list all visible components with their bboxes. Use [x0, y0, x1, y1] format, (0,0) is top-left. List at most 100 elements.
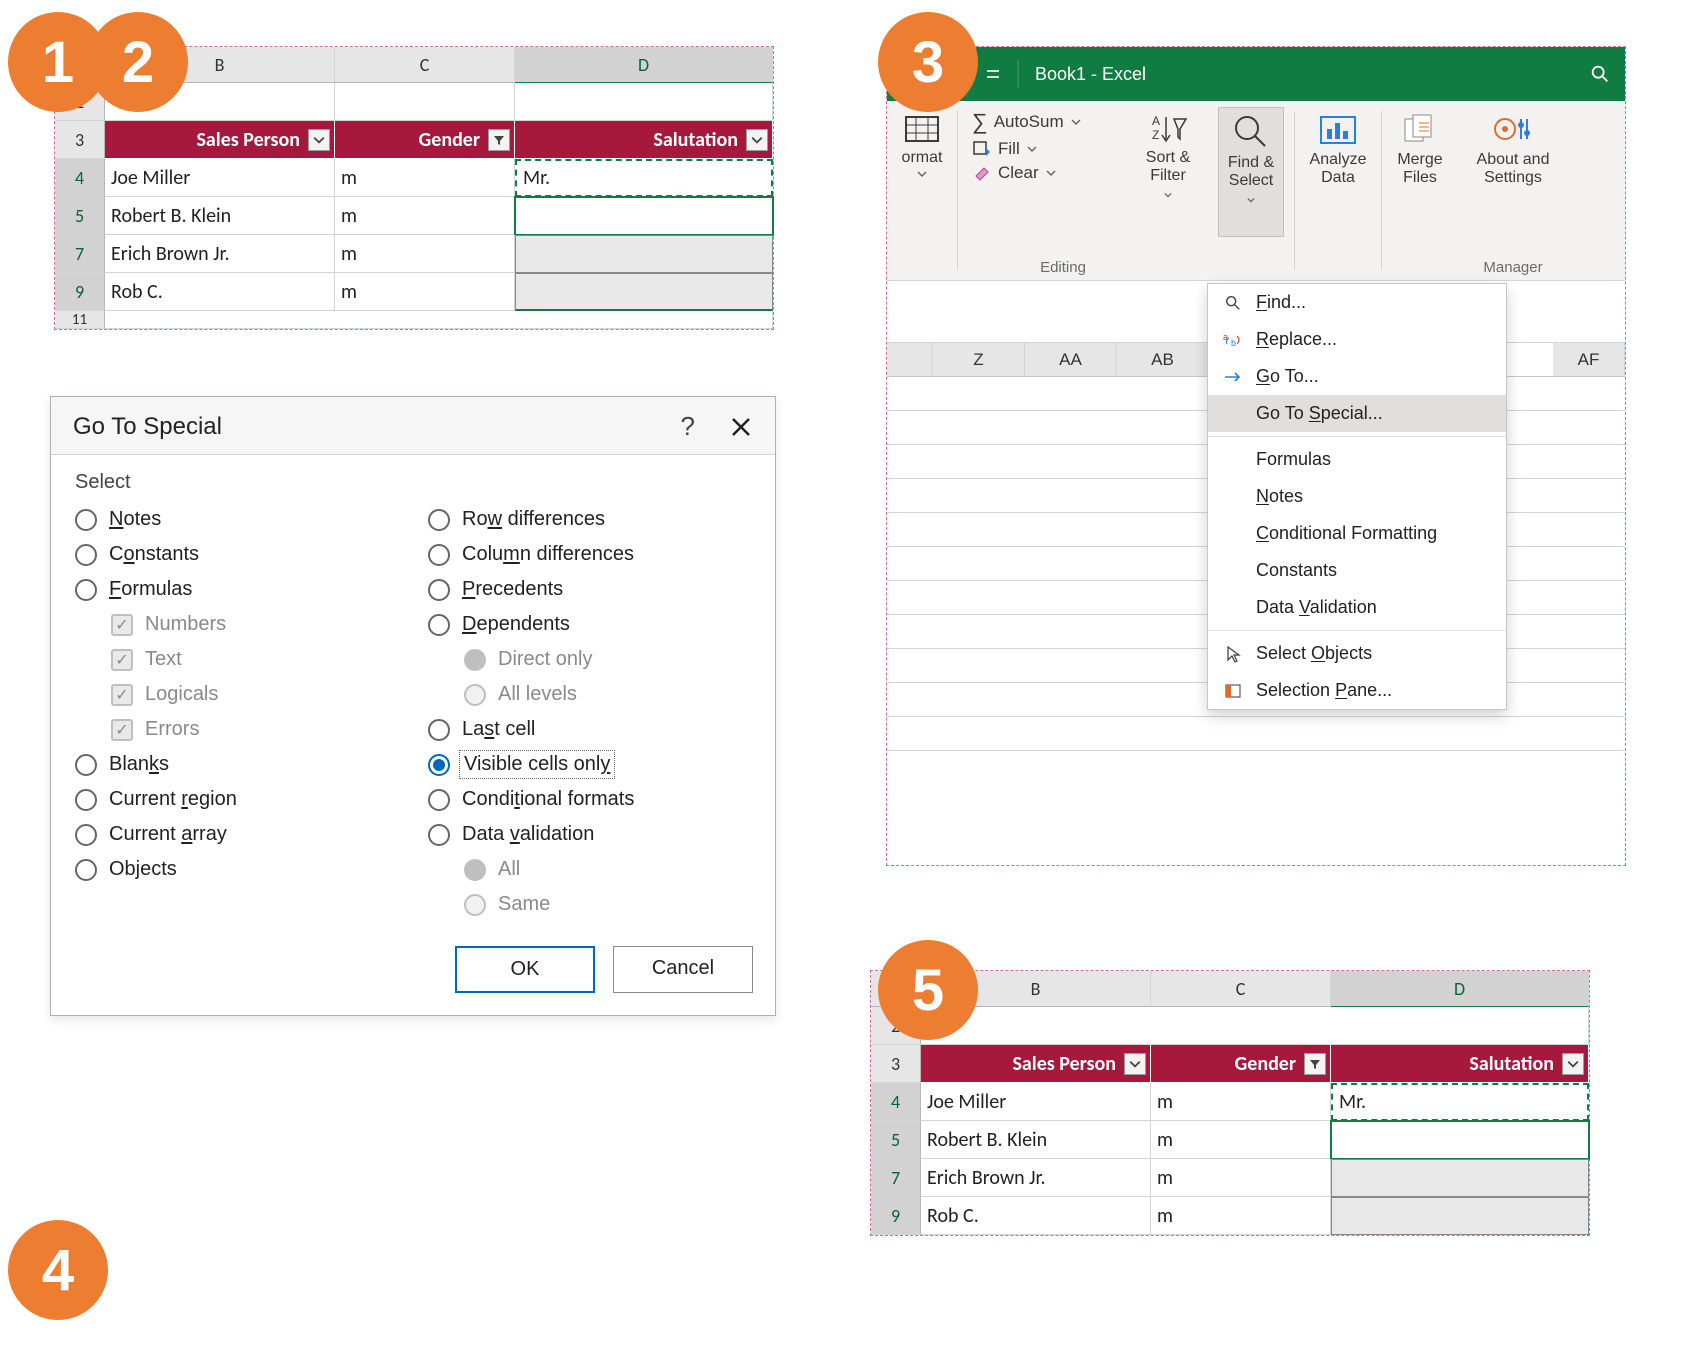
fill-button[interactable]: Fill — [968, 137, 1042, 161]
col-header[interactable]: AA — [1025, 343, 1117, 376]
merge-files-button[interactable]: MergeFiles — [1391, 107, 1448, 192]
row-header[interactable]: 7 — [55, 235, 105, 273]
table-header-salutation[interactable]: Salutation — [515, 121, 773, 159]
help-button[interactable]: ? — [681, 411, 695, 442]
filter-dropdown-icon[interactable] — [1562, 1053, 1584, 1075]
row-header[interactable]: 4 — [55, 159, 105, 197]
menu-item-selection-pane[interactable]: Selection Pane... — [1208, 672, 1506, 709]
radio-last-cell[interactable]: Last cell — [428, 718, 751, 741]
cell[interactable] — [335, 83, 515, 121]
sort-filter-button[interactable]: A Z Sort &Filter — [1138, 107, 1198, 208]
overflow-icon[interactable] — [985, 67, 1001, 81]
analyze-data-button[interactable]: AnalyzeData — [1304, 107, 1373, 192]
row-header[interactable]: 5 — [871, 1121, 921, 1159]
col-header-d[interactable]: D — [1331, 971, 1589, 1007]
table-header-gender[interactable]: Gender — [335, 121, 515, 159]
row-header[interactable]: 11 — [55, 311, 105, 329]
radio-precedents[interactable]: Precedents — [428, 578, 751, 601]
radio-current-region[interactable]: Current region — [75, 788, 398, 811]
cell[interactable]: Erich Brown Jr. — [921, 1159, 1151, 1197]
radio-constants[interactable]: Constants — [75, 543, 398, 566]
cell[interactable]: m — [335, 273, 515, 311]
cell-active-marquee[interactable]: Mr. — [515, 159, 773, 197]
filter-dropdown-icon[interactable] — [308, 129, 330, 151]
radio-cond-formats[interactable]: Conditional formats — [428, 788, 751, 811]
cell[interactable]: m — [1151, 1121, 1331, 1159]
radio-col-diff[interactable]: Column differences — [428, 543, 751, 566]
col-header-d[interactable]: D — [515, 47, 773, 83]
filter-dropdown-icon[interactable] — [1124, 1053, 1146, 1075]
radio-current-array[interactable]: Current array — [75, 823, 398, 846]
menu-item-data-validation[interactable]: Data Validation — [1208, 589, 1506, 626]
menu-item-constants[interactable]: Constants — [1208, 552, 1506, 589]
format-button[interactable]: ormat — [896, 107, 949, 183]
menu-item-cond-format[interactable]: Conditional Formatting — [1208, 515, 1506, 552]
cell[interactable]: m — [335, 235, 515, 273]
table-header-sales[interactable]: Sales Person — [921, 1045, 1151, 1083]
cell[interactable]: m — [1151, 1159, 1331, 1197]
cell-selected[interactable] — [515, 197, 773, 235]
menu-item-select-objects[interactable]: Select Objects — [1208, 635, 1506, 672]
cancel-button[interactable]: Cancel — [613, 946, 753, 993]
radio-dependents[interactable]: Dependents — [428, 613, 751, 636]
cell-selected[interactable] — [1331, 1159, 1589, 1197]
menu-item-formulas[interactable]: Formulas — [1208, 441, 1506, 478]
table-header-gender[interactable]: Gender — [1151, 1045, 1331, 1083]
cell-selected[interactable] — [515, 235, 773, 273]
cell[interactable]: m — [335, 197, 515, 235]
filter-active-icon[interactable] — [488, 129, 510, 151]
cell-active-marquee[interactable]: Mr. — [1331, 1083, 1589, 1121]
filter-active-icon[interactable] — [1304, 1053, 1326, 1075]
col-header[interactable]: AB — [1117, 343, 1209, 376]
row-header[interactable]: 4 — [871, 1083, 921, 1121]
menu-item-replace[interactable]: ab Replace... — [1208, 321, 1506, 358]
col-header-c[interactable]: C — [1151, 971, 1331, 1007]
cell[interactable]: m — [1151, 1197, 1331, 1235]
col-header[interactable]: Z — [933, 343, 1025, 376]
cell[interactable]: m — [335, 159, 515, 197]
radio-blanks[interactable]: Blanks — [75, 753, 398, 776]
menu-item-goto[interactable]: Go To... — [1208, 358, 1506, 395]
row-header[interactable]: 9 — [871, 1197, 921, 1235]
radio-formulas[interactable]: Formulas — [75, 578, 398, 601]
cell[interactable] — [921, 1007, 1589, 1045]
table-header-sales[interactable]: Sales Person — [105, 121, 335, 159]
table-header-salutation[interactable]: Salutation — [1331, 1045, 1589, 1083]
autosum-button[interactable]: ∑ AutoSum — [968, 107, 1086, 137]
row-header[interactable]: 9 — [55, 273, 105, 311]
menu-item-notes[interactable]: Notes — [1208, 478, 1506, 515]
cell[interactable] — [105, 311, 773, 329]
clear-button[interactable]: Clear — [968, 161, 1061, 185]
menu-item-goto-special[interactable]: Go To Special... — [1208, 395, 1506, 432]
radio-visible-cells[interactable]: Visible cells only — [428, 753, 751, 776]
cell[interactable] — [515, 83, 773, 121]
about-settings-button[interactable]: About andSettings — [1471, 107, 1556, 192]
ok-button[interactable]: OK — [455, 946, 595, 993]
cell[interactable]: Rob C. — [105, 273, 335, 311]
cell[interactable]: Joe Miller — [105, 159, 335, 197]
filter-dropdown-icon[interactable] — [746, 129, 768, 151]
row-header[interactable]: 5 — [55, 197, 105, 235]
cell-selected[interactable] — [1331, 1121, 1589, 1159]
cell[interactable]: Rob C. — [921, 1197, 1151, 1235]
cell[interactable]: Joe Miller — [921, 1083, 1151, 1121]
row-header[interactable]: 3 — [871, 1045, 921, 1083]
cell[interactable]: m — [1151, 1083, 1331, 1121]
cell[interactable]: Robert B. Klein — [105, 197, 335, 235]
radio-row-diff[interactable]: Row differences — [428, 508, 751, 531]
cell[interactable]: Robert B. Klein — [921, 1121, 1151, 1159]
radio-notes[interactable]: Notes — [75, 508, 398, 531]
close-button[interactable] — [729, 415, 753, 439]
cell-selected[interactable] — [1331, 1197, 1589, 1235]
radio-objects[interactable]: Objects — [75, 858, 398, 881]
find-select-button[interactable]: Find &Select — [1218, 107, 1284, 237]
menu-item-find[interactable]: Find... — [1208, 284, 1506, 321]
col-header[interactable]: AF — [1553, 343, 1625, 376]
search-icon[interactable] — [1589, 63, 1611, 85]
col-header-c[interactable]: C — [335, 47, 515, 83]
row-header[interactable]: 3 — [55, 121, 105, 159]
row-header[interactable]: 7 — [871, 1159, 921, 1197]
cell[interactable]: Erich Brown Jr. — [105, 235, 335, 273]
cell-selected[interactable] — [515, 273, 773, 311]
radio-data-validation[interactable]: Data validation — [428, 823, 751, 846]
